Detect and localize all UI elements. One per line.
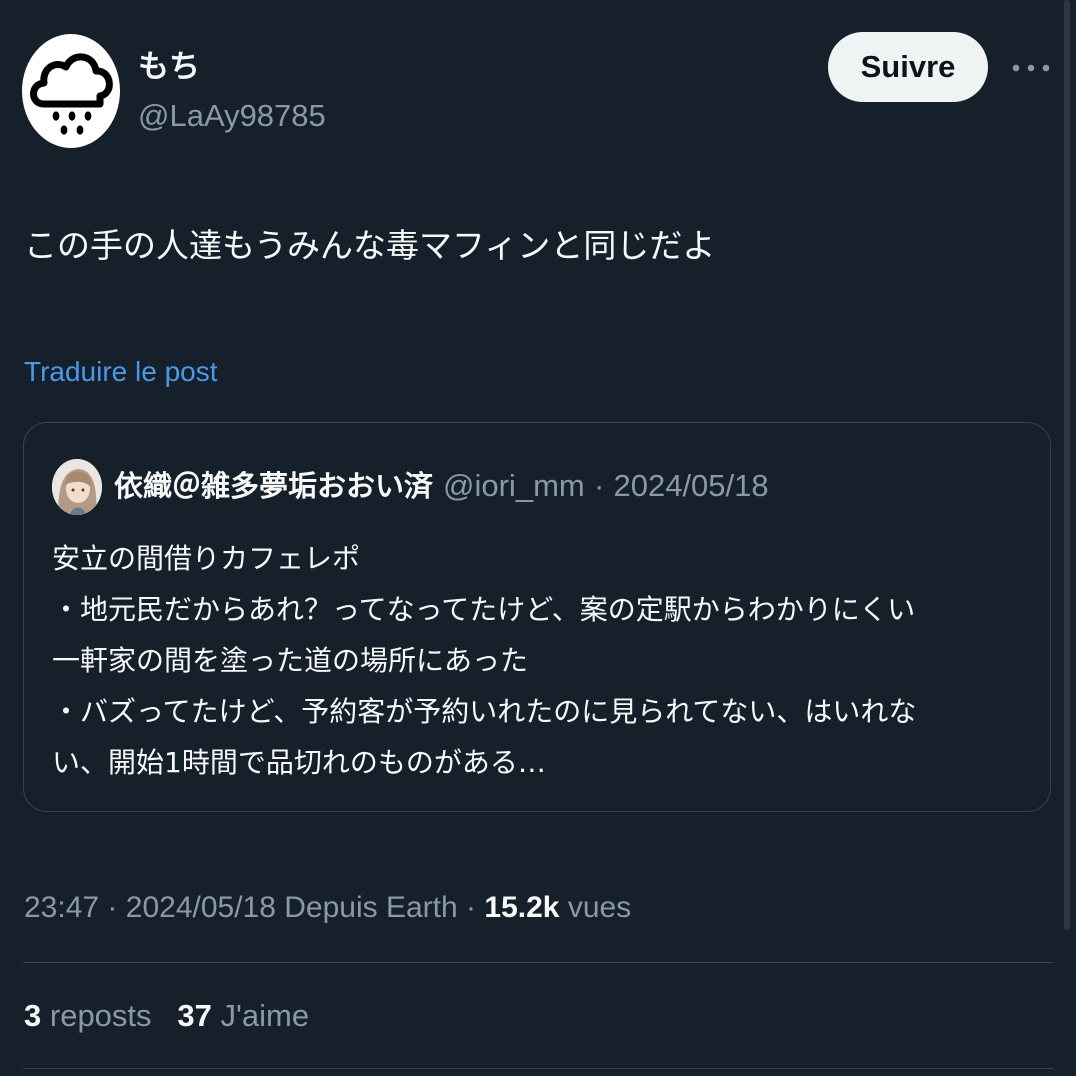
scrollbar[interactable] xyxy=(1064,0,1070,930)
quoted-tweet-card[interactable]: 依織＠雑多夢垢おおい済 @iori_mm · 2024/05/18 安立の間借りカ… xyxy=(23,422,1051,812)
divider xyxy=(23,1068,1053,1069)
more-options-button[interactable] xyxy=(1010,58,1054,78)
divider xyxy=(23,962,1053,963)
meta-separator: · xyxy=(107,891,118,924)
author-avatar[interactable] xyxy=(22,34,120,148)
quoted-text-line: ・地元民だからあれ？ってなってたけど、案の定駅からわかりにくい xyxy=(52,593,916,626)
quoted-text-line: ・バズってたけど、予約客が予約いれたのに見られてない、はいれな xyxy=(52,695,917,728)
likes-label: J'aime xyxy=(220,998,310,1033)
tweet-stats: 3 reposts 37 J'aime xyxy=(24,996,309,1036)
quoted-text-line: 一軒家の間を塗った道の場所にあった xyxy=(52,644,529,677)
views-label: vues xyxy=(567,891,632,924)
author-display-name[interactable]: もち xyxy=(138,48,200,86)
reposts-label: reposts xyxy=(49,998,152,1033)
reposts-count: 3 xyxy=(24,998,42,1033)
quoted-author-name[interactable]: 依織＠雑多夢垢おおい済 xyxy=(114,469,433,503)
tweet-text: この手の人達もうみんな毒マフィンと同じだよ xyxy=(24,226,716,265)
tweet-source: Depuis Earth xyxy=(284,891,458,924)
rain-cloud-icon xyxy=(30,53,113,135)
quoted-text-line: い、開始1時間で品切れのものがある… xyxy=(52,746,546,779)
tweet-time[interactable]: 23:47 xyxy=(24,891,99,924)
meta-separator: · xyxy=(466,891,477,924)
quoted-text-line: 安立の間借りカフェレポ xyxy=(52,542,361,575)
reposts-stat[interactable]: 3 reposts xyxy=(24,998,152,1033)
likes-count: 37 xyxy=(177,998,212,1033)
quoted-tweet-text: 安立の間借りカフェレポ ・地元民だからあれ？ってなってたけど、案の定駅からわかり… xyxy=(52,533,1012,788)
author-handle[interactable]: @LaAy98785 xyxy=(138,96,326,136)
more-horizontal-icon xyxy=(1012,64,1050,72)
quoted-date[interactable]: 2024/05/18 xyxy=(613,468,768,503)
tweet-meta: 23:47 · 2024/05/18 Depuis Earth · 15.2k … xyxy=(24,888,631,928)
anime-character-avatar-icon xyxy=(52,459,102,515)
follow-button[interactable]: Suivre xyxy=(828,32,988,102)
tweet-date[interactable]: 2024/05/18 xyxy=(126,891,276,924)
translate-post-link[interactable]: Traduire le post xyxy=(24,354,218,390)
quoted-author-avatar[interactable] xyxy=(52,459,102,515)
quoted-header: 依織＠雑多夢垢おおい済 @iori_mm · 2024/05/18 xyxy=(114,467,769,505)
quoted-author-handle[interactable]: @iori_mm xyxy=(443,468,585,503)
views-count: 15.2k xyxy=(484,891,560,924)
quoted-header-separator: · xyxy=(593,468,605,503)
likes-stat[interactable]: 37 J'aime xyxy=(177,998,309,1033)
